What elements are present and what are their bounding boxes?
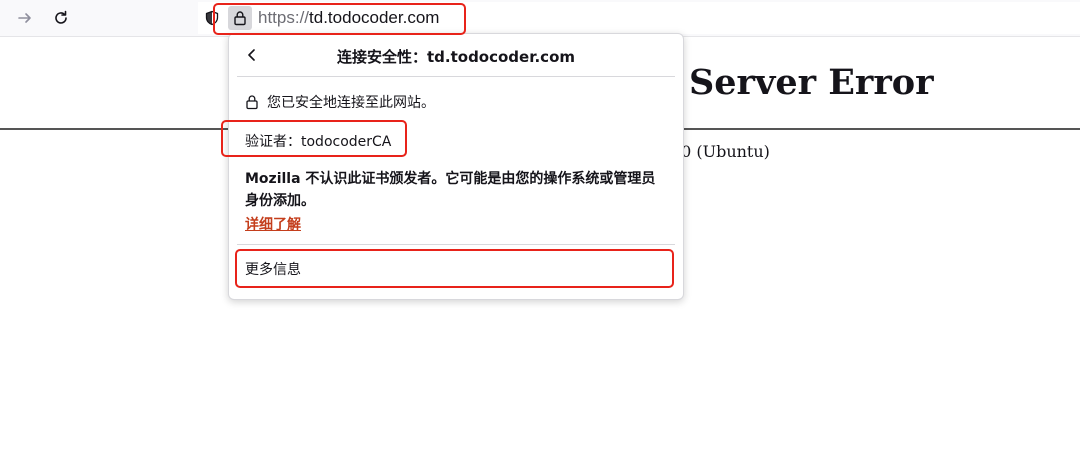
url-scheme: https://: [258, 8, 310, 27]
url-text[interactable]: https://td.todocoder.com: [258, 9, 439, 27]
reload-icon: [55, 10, 67, 24]
certificate-verifier: 验证者：todocoderCA: [245, 134, 392, 150]
learn-more-link[interactable]: 详细了解: [245, 214, 301, 234]
shield-icon: [205, 10, 219, 26]
site-security-button[interactable]: [228, 6, 252, 30]
lock-icon: [246, 95, 258, 110]
panel-divider: [237, 244, 675, 245]
reload-button[interactable]: [46, 3, 76, 33]
arrow-right-icon: [18, 13, 31, 23]
secure-connection-text: 您已安全地连接至此网站。: [267, 95, 435, 111]
secure-connection-row: 您已安全地连接至此网站。: [245, 92, 435, 112]
page-server-info: .0 (Ubuntu): [676, 142, 770, 161]
panel-divider: [237, 76, 675, 77]
tracking-protection-button[interactable]: [202, 8, 222, 28]
url-bar[interactable]: https://td.todocoder.com: [198, 2, 1080, 34]
forward-button[interactable]: [10, 3, 40, 33]
url-host: td.todocoder.com: [309, 8, 440, 27]
more-information-button[interactable]: 更多信息: [237, 251, 675, 287]
issuer-warning: Mozilla 不认识此证书颁发者。它可能是由您的操作系统或管理员身份添加。: [245, 171, 656, 209]
connection-security-panel: 连接安全性：td.todocoder.com 您已安全地连接至此网站。 验证者：…: [228, 33, 684, 300]
panel-header: 连接安全性：td.todocoder.com: [229, 34, 683, 76]
lock-icon: [234, 11, 246, 26]
panel-title: 连接安全性：td.todocoder.com: [336, 48, 576, 66]
page-heading: Server Error: [689, 62, 934, 103]
browser-toolbar: https://td.todocoder.com: [0, 0, 1080, 37]
